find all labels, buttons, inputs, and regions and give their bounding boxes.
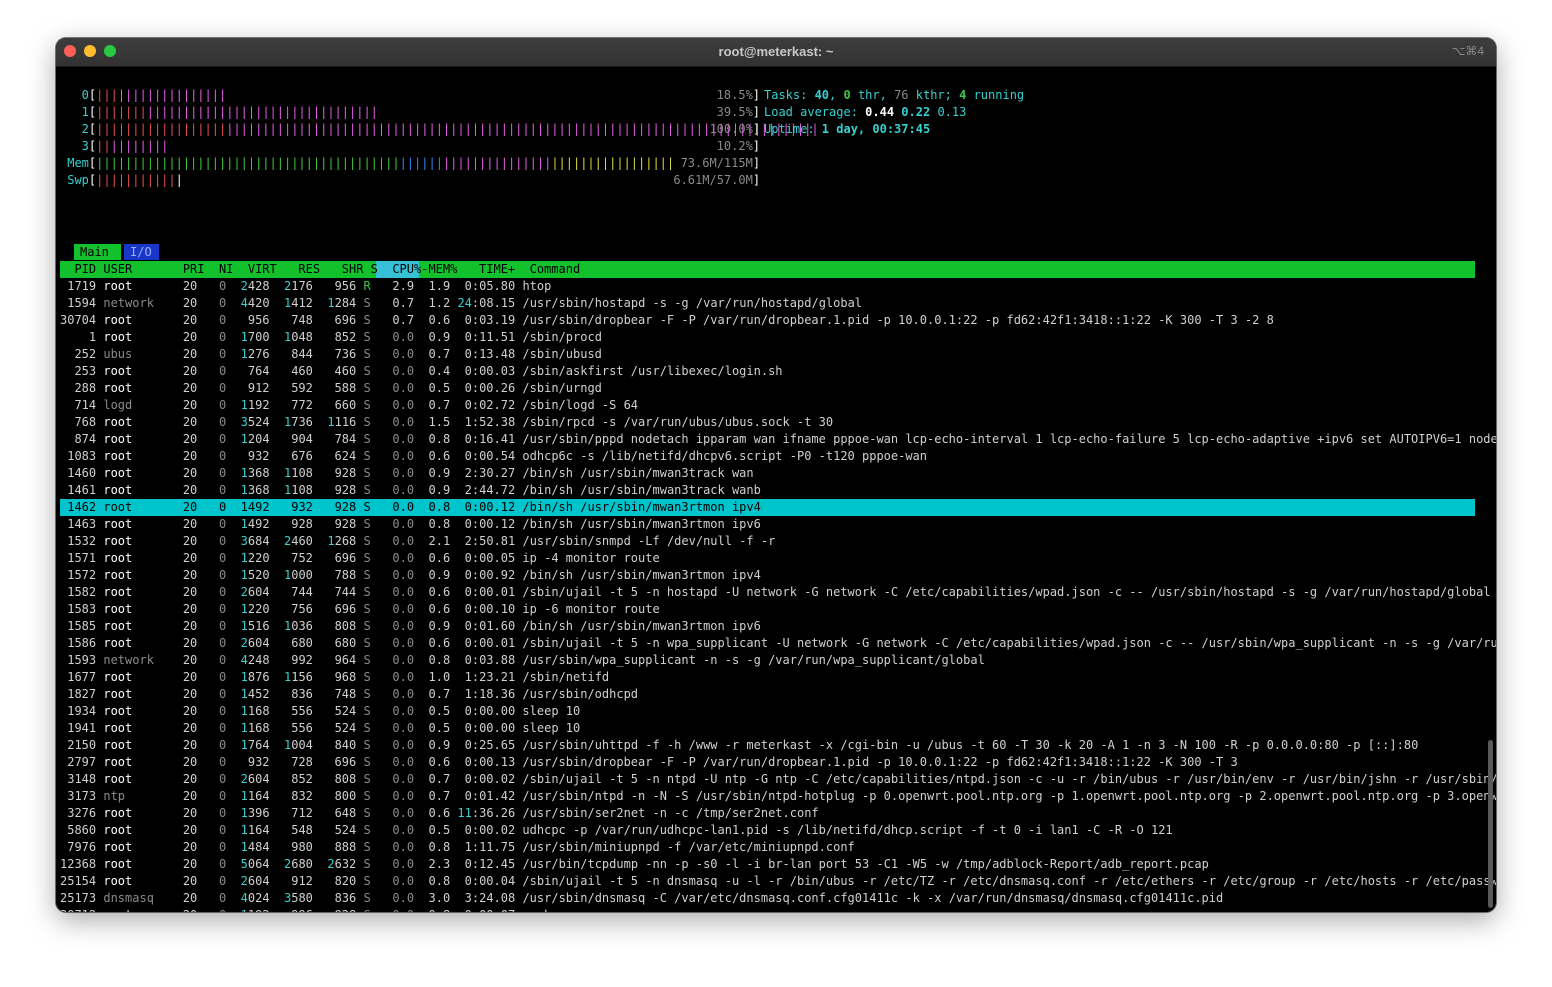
process-row[interactable]: 252 ubus 20 0 1276 844 736 S 0.0 0.7 0:1… (60, 346, 1475, 363)
process-row[interactable]: 1583 root 20 0 1220 756 696 S 0.0 0.6 0:… (60, 601, 1475, 618)
process-row[interactable]: 1463 root 20 0 1492 928 928 S 0.0 0.8 0:… (60, 516, 1475, 533)
process-row[interactable]: 3276 root 20 0 1396 712 648 S 0.0 0.6 11… (60, 805, 1475, 822)
load-average-line: Load average: 0.44 0.22 0.13 (764, 105, 967, 119)
process-row[interactable]: 1571 root 20 0 1220 752 696 S 0.0 0.6 0:… (60, 550, 1475, 567)
column-header-text: PID USER PRI NI VIRT RES SHR S CPU%-MEM%… (60, 262, 581, 276)
process-row[interactable]: 30704 root 20 0 956 748 696 S 0.7 0.6 0:… (60, 312, 1475, 329)
process-row[interactable]: 253 root 20 0 764 460 460 S 0.0 0.4 0:00… (60, 363, 1475, 380)
meter-swp: Swp[|||||||||||| (60, 173, 183, 187)
meter-bar: |||||||||||| (96, 173, 183, 187)
meter-3: 3[|||||||||| (60, 139, 169, 153)
process-row[interactable]: 1586 root 20 0 2604 680 680 S 0.0 0.6 0:… (60, 635, 1496, 652)
tab-io[interactable]: I/O (124, 244, 159, 260)
process-row[interactable]: 2797 root 20 0 932 728 696 S 0.0 0.6 0:0… (60, 754, 1475, 771)
process-row[interactable]: 1593 network 20 0 4248 992 964 S 0.0 0.8… (60, 652, 1475, 669)
process-row[interactable]: 1460 root 20 0 1368 1108 928 S 0.0 0.9 2… (60, 465, 1475, 482)
process-row[interactable]: 1462 root 20 0 1492 932 928 S 0.0 0.8 0:… (60, 499, 1475, 516)
process-row[interactable]: 5860 root 20 0 1164 548 524 S 0.0 0.5 0:… (60, 822, 1475, 839)
tasks-line: Tasks: 40, 0 thr, 76 kthr; 4 running (764, 88, 1025, 102)
meter-2: 2[||||||||||||||||||||||||||||||||||||||… (60, 122, 819, 136)
meter-bar: ||||||||||||||||||||||||||||||||||||||||… (96, 156, 675, 170)
scrollbar[interactable] (1488, 740, 1493, 908)
meter-label: 1 (60, 105, 89, 119)
meter-label: 0 (60, 88, 89, 102)
meter-value: 6.61M/57.0M] (673, 173, 761, 187)
meter-value: 39.5%] (716, 105, 761, 119)
process-row[interactable]: 1572 root 20 0 1520 1000 788 S 0.0 0.9 0… (60, 567, 1475, 584)
process-row[interactable]: 1532 root 20 0 3684 2460 1268 S 0.0 2.1 … (60, 533, 1475, 550)
meter-mem: Mem[||||||||||||||||||||||||||||||||||||… (60, 156, 675, 170)
uptime-line: Uptime: 1 day, 00:37:45 (764, 122, 931, 136)
tab-main[interactable]: Main (74, 244, 121, 260)
process-row[interactable]: 1461 root 20 0 1368 1108 928 S 0.0 0.9 2… (60, 482, 1475, 499)
meter-label: Swp (60, 173, 89, 187)
meter-label: 3 (60, 139, 89, 153)
htop-screen[interactable]: 0[|||||||||||||||||| 18.5%] 1[|||||||||||… (56, 67, 1496, 912)
process-row[interactable]: 1594 network 20 0 4420 1412 1284 S 0.7 1… (60, 295, 1475, 312)
process-row[interactable]: 288 root 20 0 912 592 588 S 0.0 0.5 0:00… (60, 380, 1475, 397)
meter-bar: |||||||||||||||||| (96, 88, 227, 102)
process-row[interactable]: 1719 root 20 0 2428 2176 956 R 2.9 1.9 0… (60, 278, 1475, 295)
meter-label: 2 (60, 122, 89, 136)
meter-0: 0[|||||||||||||||||| (60, 88, 227, 102)
process-row[interactable]: 1941 root 20 0 1168 556 524 S 0.0 0.5 0:… (60, 720, 1475, 737)
meter-value: 18.5%] (716, 88, 761, 102)
process-row[interactable]: 1585 root 20 0 1516 1036 808 S 0.0 0.9 0… (60, 618, 1475, 635)
terminal-window: root@meterkast: ~ ⌥⌘4 0[||||||||||||||||… (56, 38, 1496, 912)
meter-value: 73.6M/115M] (680, 156, 761, 170)
meter-value: 10.2%] (716, 139, 761, 153)
process-row[interactable]: 30712 root 20 0 1192 996 928 S 0.0 0.8 0… (60, 907, 1475, 912)
process-row[interactable]: 1 root 20 0 1700 1048 852 S 0.0 0.9 0:11… (60, 329, 1475, 346)
meter-bar: ||||||||||||||||||||||||||||||||||||||| (96, 105, 378, 119)
process-row[interactable]: 874 root 20 0 1204 904 784 S 0.0 0.8 0:1… (60, 431, 1496, 448)
process-row[interactable]: 1827 root 20 0 1452 836 748 S 0.0 0.7 1:… (60, 686, 1475, 703)
window-shortcut: ⌥⌘4 (1451, 44, 1484, 58)
process-row[interactable]: 1934 root 20 0 1168 556 524 S 0.0 0.5 0:… (60, 703, 1475, 720)
process-row[interactable]: 1083 root 20 0 932 676 624 S 0.0 0.6 0:0… (60, 448, 1475, 465)
meter-1: 1[||||||||||||||||||||||||||||||||||||||… (60, 105, 378, 119)
process-row[interactable]: 714 logd 20 0 1192 772 660 S 0.0 0.7 0:0… (60, 397, 1475, 414)
meter-value: 100.0%] (709, 122, 761, 136)
process-row[interactable]: 1677 root 20 0 1876 1156 968 S 0.0 1.0 1… (60, 669, 1475, 686)
meter-bar: |||||||||| (96, 139, 169, 153)
meter-label: Mem (60, 156, 89, 170)
column-header[interactable]: PID USER PRI NI VIRT RES SHR S CPU%-MEM%… (60, 261, 1475, 278)
process-row[interactable]: 7976 root 20 0 1484 980 888 S 0.0 0.8 1:… (60, 839, 1475, 856)
process-row[interactable]: 1582 root 20 0 2604 744 744 S 0.0 0.6 0:… (60, 584, 1490, 601)
process-row[interactable]: 2150 root 20 0 1764 1004 840 S 0.0 0.9 0… (60, 737, 1475, 754)
title-bar: root@meterkast: ~ ⌥⌘4 (56, 38, 1496, 67)
process-row[interactable]: 25154 root 20 0 2604 912 820 S 0.0 0.8 0… (60, 873, 1496, 890)
process-row[interactable]: 768 root 20 0 3524 1736 1116 S 0.0 1.5 1… (60, 414, 1475, 431)
process-row[interactable]: 12368 root 20 0 5064 2680 2632 S 0.0 2.3… (60, 856, 1475, 873)
process-row[interactable]: 3173 ntp 20 0 1164 832 800 S 0.0 0.7 0:0… (60, 788, 1496, 805)
process-row[interactable]: 25173 dnsmasq 20 0 4024 3580 836 S 0.0 3… (60, 890, 1475, 907)
window-title: root@meterkast: ~ (718, 44, 834, 59)
process-row[interactable]: 3148 root 20 0 2604 852 808 S 0.0 0.7 0:… (60, 771, 1496, 788)
